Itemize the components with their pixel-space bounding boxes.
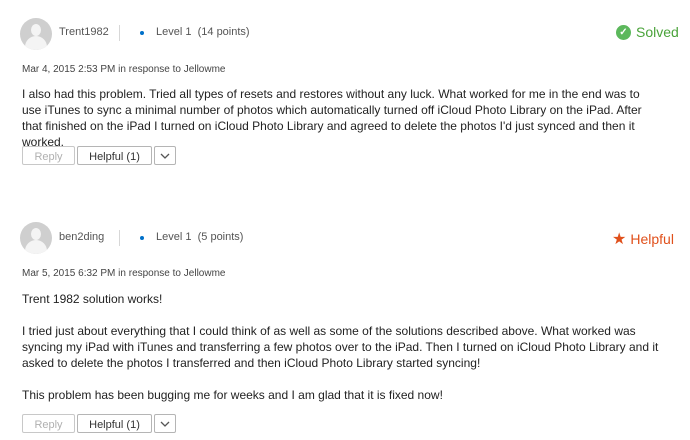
check-circle-icon: ✓ <box>616 24 631 40</box>
avatar[interactable] <box>20 18 52 50</box>
points-label: (5 points) <box>197 231 244 243</box>
post-date: Mar 4, 2015 2:53 PM <box>22 64 116 75</box>
reply-post: ben2ding Level 1 (5 points) ★ Helpful Ma… <box>0 210 690 440</box>
avatar-head <box>31 228 41 240</box>
post-paragraph: Trent 1982 solution works! <box>22 292 163 306</box>
user-level: Level 1 (5 points) <box>156 231 243 243</box>
post-body: I also had this problem. Tried all types… <box>22 86 662 150</box>
username-link[interactable]: Trent1982 <box>59 26 109 38</box>
status-label: Helpful <box>630 231 674 247</box>
helpful-button[interactable]: Helpful (1) <box>77 414 152 433</box>
username-link[interactable]: ben2ding <box>59 231 104 243</box>
reply-button[interactable]: Reply <box>22 146 75 165</box>
chevron-down-icon <box>160 421 170 427</box>
response-to-link[interactable]: Jellowme <box>184 64 226 75</box>
response-prefix: in response to <box>118 268 181 279</box>
divider <box>119 25 120 41</box>
solved-badge: ✓ Solved <box>616 24 679 40</box>
points-label: (14 points) <box>197 26 250 38</box>
chevron-down-icon <box>160 153 170 159</box>
post-meta: Mar 4, 2015 2:53 PM in response to Jello… <box>22 64 225 75</box>
avatar-body <box>25 36 47 50</box>
level-label: Level 1 <box>156 231 192 243</box>
level-label: Level 1 <box>156 26 192 38</box>
post-body: Trent 1982 solution works! I tried just … <box>22 291 662 403</box>
post-paragraph: I tried just about everything that I cou… <box>22 324 659 370</box>
avatar-head <box>31 24 41 36</box>
avatar-body <box>25 240 47 254</box>
response-to-link[interactable]: Jellowme <box>184 268 226 279</box>
post-paragraph: This problem has been bugging me for wee… <box>22 388 443 402</box>
post-meta: Mar 5, 2015 6:32 PM in response to Jello… <box>22 268 225 279</box>
divider <box>119 230 120 246</box>
helpful-badge: ★ Helpful <box>612 229 674 249</box>
helpful-button[interactable]: Helpful (1) <box>77 146 152 165</box>
star-icon: ★ <box>612 231 627 248</box>
reply-post: Trent1982 Level 1 (14 points) ✓ Solved M… <box>0 0 690 180</box>
post-paragraph: I also had this problem. Tried all types… <box>22 87 642 149</box>
reply-button[interactable]: Reply <box>22 414 75 433</box>
response-prefix: in response to <box>118 64 181 75</box>
avatar[interactable] <box>20 222 52 254</box>
user-level: Level 1 (14 points) <box>156 26 250 38</box>
status-label: Solved <box>636 24 679 40</box>
more-options-button[interactable] <box>154 146 176 165</box>
post-date: Mar 5, 2015 6:32 PM <box>22 268 116 279</box>
level-dot-icon <box>140 31 144 35</box>
more-options-button[interactable] <box>154 414 176 433</box>
level-dot-icon <box>140 236 144 240</box>
